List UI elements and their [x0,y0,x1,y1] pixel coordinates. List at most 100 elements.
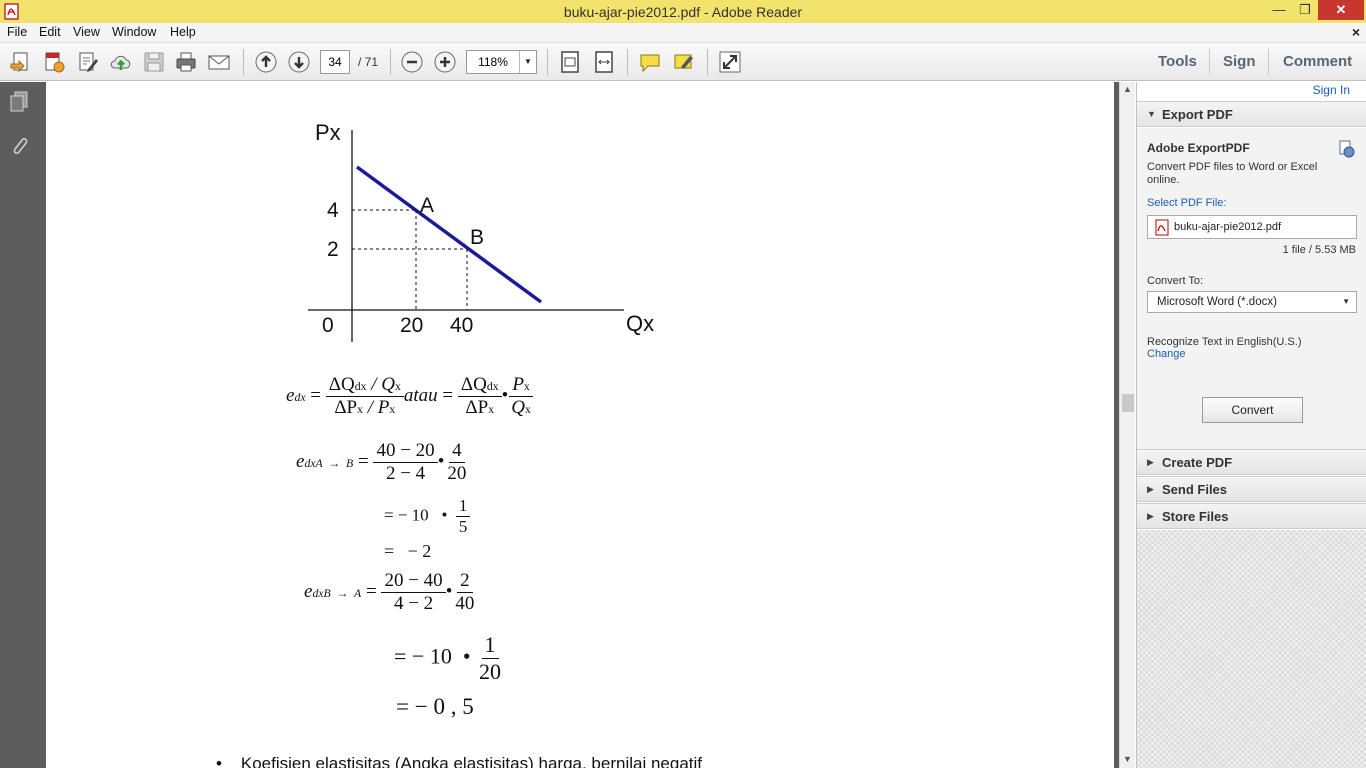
formula-dot: • [501,384,509,406]
formula-num2-sub: dx [486,380,499,393]
scroll-thumb[interactable] [1122,394,1134,412]
y-axis-label: Px [315,120,341,145]
calc-ba-lhs-sub: dxB → A [312,586,362,600]
calc-ab-line2-num: 1 [455,496,471,517]
toolbar-separator [547,49,548,75]
title-bar: buku-ajar-pie2012.pdf - Adobe Reader — ❐… [0,0,1366,23]
menu-view[interactable]: View [73,25,100,39]
calc-ab-frac1-num: 40 − 20 [373,440,438,463]
formula-fraction-3: Px Qx [508,374,534,419]
calc-ba-line2-dot: • [462,643,471,669]
fit-page-icon[interactable] [558,50,582,74]
save-icon[interactable] [142,50,166,74]
close-button[interactable]: ✕ [1318,0,1364,20]
print-icon[interactable] [174,50,198,74]
bullet-dot: • [216,754,241,768]
calc-ba-equals: = [366,580,377,602]
send-files-label: Send Files [1162,482,1228,497]
convert-to-label: Convert To: [1147,275,1204,287]
x-axis-label: Qx [626,311,654,336]
calc-ba-line2-lhs: = − 10 [394,643,452,669]
export-title: Adobe ExportPDF [1147,141,1250,155]
send-files-header[interactable]: ▶ Send Files [1137,476,1366,502]
chevron-right-icon: ▶ [1147,457,1154,467]
toolbar: / 71 ▼ Tools Sign Comment [0,43,1366,81]
previous-page-icon[interactable] [254,50,278,74]
export-options-icon[interactable] [1337,140,1355,158]
formula-den1-tail: / P [363,397,390,418]
upload-cloud-icon[interactable] [109,50,133,74]
calc-ba-line2-num: 1 [481,632,499,659]
formula-den2: ΔP [465,397,489,418]
store-files-header[interactable]: ▶ Store Files [1137,503,1366,529]
convert-to-select[interactable]: Microsoft Word (*.docx) ▼ [1147,291,1357,313]
calc-ab-line-3: = − 2 [384,541,432,561]
point-b-label: B [470,226,484,249]
demand-line [355,165,543,304]
maximize-button[interactable]: ❐ [1294,0,1316,20]
scroll-down-icon[interactable]: ▼ [1123,754,1132,764]
fullscreen-icon[interactable] [718,50,742,74]
edit-document-icon[interactable] [76,50,100,74]
menu-edit[interactable]: Edit [39,25,61,39]
document-viewport[interactable]: Px Qx 0 4 2 20 40 A B edx = ΔQdx / Qx ΔP… [38,82,1119,768]
calc-a-to-b: edxA → B = 40 − 20 2 − 4 • 4 20 [296,440,469,485]
comment-pane-button[interactable]: Comment [1283,53,1352,70]
create-pdf-icon[interactable] [42,50,66,74]
formula-num3: P [512,374,524,395]
export-pdf-header[interactable]: ▼ Export PDF [1137,101,1366,127]
pdf-page: Px Qx 0 4 2 20 40 A B edx = ΔQdx / Qx ΔP… [46,82,1114,768]
sign-in-link[interactable]: Sign In [1313,83,1350,97]
page-thumbnails-icon[interactable] [8,90,30,114]
close-document-icon[interactable]: × [1352,24,1360,40]
menu-help[interactable]: Help [170,25,196,39]
x-tick-40: 40 [450,314,473,337]
store-files-label: Store Files [1162,509,1229,524]
page-number-input[interactable] [320,50,350,74]
selected-file-field[interactable]: buku-ajar-pie2012.pdf [1147,215,1357,239]
calc-ba-dot: • [445,580,453,602]
formula-atau: atau [403,384,438,406]
formula-equals: = [442,384,454,406]
change-language-link[interactable]: Change [1147,348,1186,360]
calc-ab-frac1-den: 2 − 4 [385,463,426,484]
attachment-icon[interactable] [8,133,30,157]
menu-file[interactable]: File [7,25,27,39]
minimize-button[interactable]: — [1268,0,1290,20]
formula-num3-sub: x [523,380,530,393]
next-page-icon[interactable] [287,50,311,74]
zoom-in-icon[interactable] [433,50,457,74]
x-tick-20: 20 [400,314,423,337]
formula-den2-sub: x [488,403,495,416]
chevron-right-icon: ▶ [1147,484,1154,494]
create-pdf-header[interactable]: ▶ Create PDF [1137,449,1366,475]
zoom-out-icon[interactable] [400,50,424,74]
origin-label: 0 [322,314,334,337]
elasticity-formula: edx = ΔQdx / Qx ΔPx / Px atau = ΔQdx ΔPx… [286,374,534,419]
comment-icon[interactable] [638,50,662,74]
formula-den1: ΔP [334,397,358,418]
calc-ab-line-2: = − 10 • 1 5 [384,496,471,537]
convert-button[interactable]: Convert [1202,397,1303,423]
zoom-select[interactable]: ▼ [466,50,537,74]
y-tick-2: 2 [327,238,339,261]
chevron-down-icon: ▼ [1147,109,1156,119]
export-pdf-body: Adobe ExportPDF Convert PDF files to Wor… [1137,128,1366,450]
formula-num1: ΔQ [328,374,355,395]
toolbar-separator [1209,49,1210,75]
sign-pane-button[interactable]: Sign [1223,53,1256,70]
highlight-icon[interactable] [672,50,696,74]
scroll-up-icon[interactable]: ▲ [1123,84,1132,94]
open-file-icon[interactable] [9,50,33,74]
file-size-info: 1 file / 5.53 MB [1282,244,1356,256]
calc-ab-fraction-1: 40 − 20 2 − 4 [373,440,438,485]
chevron-down-icon[interactable]: ▼ [519,51,536,73]
fit-width-icon[interactable] [592,50,616,74]
zoom-input[interactable] [467,51,519,73]
menu-window[interactable]: Window [112,25,156,39]
window-title: buku-ajar-pie2012.pdf - Adobe Reader [563,4,803,20]
formula-num2: ΔQ [460,374,487,395]
email-icon[interactable] [207,50,231,74]
tools-pane-button[interactable]: Tools [1158,53,1197,70]
vertical-scrollbar[interactable]: ▲ ▼ [1119,82,1135,768]
